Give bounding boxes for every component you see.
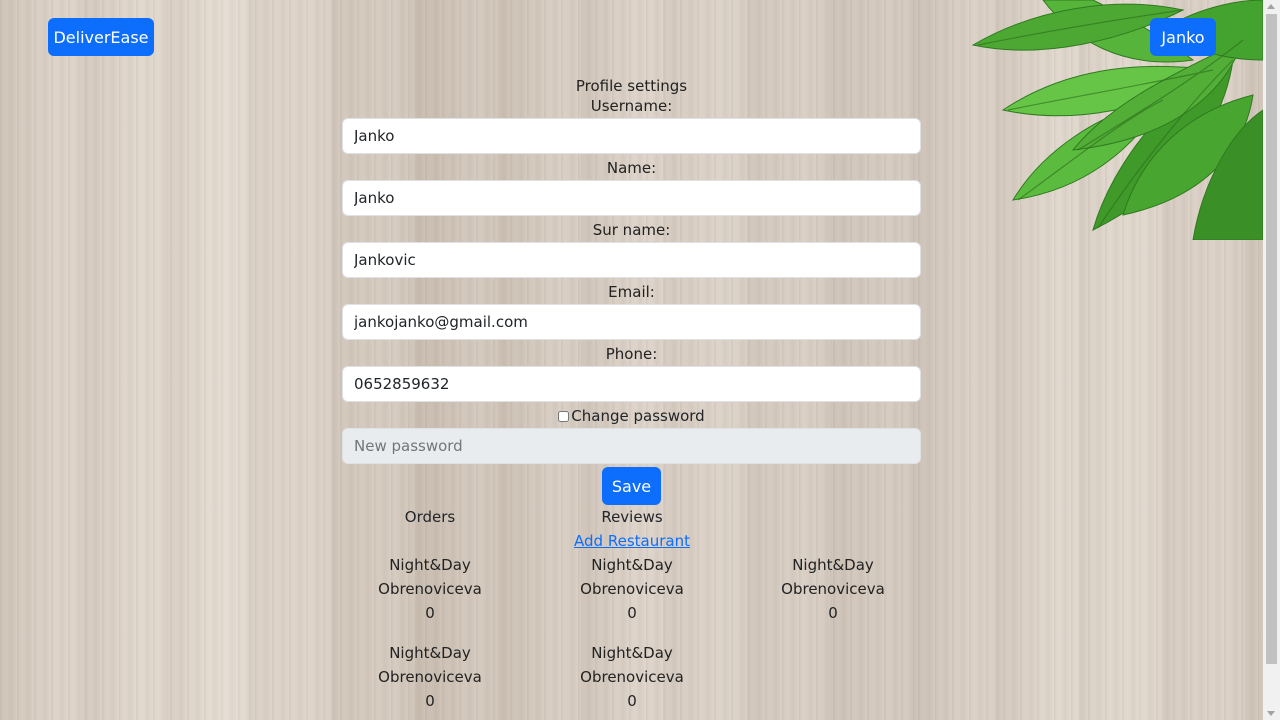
restaurant-count: 0 — [828, 604, 838, 622]
restaurant-card[interactable]: Night&Day Obrenoviceva 0 — [753, 553, 913, 625]
surname-input[interactable] — [342, 242, 921, 278]
restaurant-name: Night&Day — [591, 556, 673, 574]
restaurant-count: 0 — [425, 604, 435, 622]
reviews-label[interactable]: Reviews — [552, 507, 712, 527]
new-password-input[interactable] — [342, 428, 921, 464]
scroll-up-arrow-icon[interactable] — [1267, 4, 1275, 9]
surname-label: Sur name: — [592, 221, 671, 239]
profile-settings-form: Profile settings Username: Name: Sur nam… — [342, 76, 921, 468]
add-restaurant-link[interactable]: Add Restaurant — [552, 531, 712, 551]
restaurant-name: Night&Day — [591, 644, 673, 662]
orders-label[interactable]: Orders — [350, 507, 510, 527]
phone-label: Phone: — [605, 345, 658, 363]
scroll-down-arrow-icon[interactable] — [1267, 711, 1275, 716]
brand-button[interactable]: DeliverEase — [48, 18, 154, 56]
name-label: Name: — [606, 159, 657, 177]
restaurant-count: 0 — [627, 604, 637, 622]
restaurant-card[interactable]: Night&Day Obrenoviceva 0 — [350, 553, 510, 625]
phone-input[interactable] — [342, 366, 921, 402]
restaurant-name: Night&Day — [792, 556, 874, 574]
vertical-scrollbar[interactable] — [1263, 0, 1280, 720]
restaurant-count: 0 — [425, 692, 435, 710]
save-button[interactable]: Save — [602, 467, 661, 505]
email-input[interactable] — [342, 304, 921, 340]
restaurant-card[interactable]: Night&Day Obrenoviceva 0 — [350, 641, 510, 713]
restaurant-address: Obrenoviceva — [580, 580, 684, 598]
restaurant-card[interactable]: Night&Day Obrenoviceva 0 — [552, 553, 712, 625]
change-password-checkbox[interactable] — [558, 410, 570, 422]
restaurant-count: 0 — [627, 692, 637, 710]
username-label: Username: — [590, 97, 673, 115]
user-menu-button[interactable]: Janko — [1150, 18, 1216, 56]
scrollbar-thumb[interactable] — [1266, 14, 1277, 664]
restaurant-name: Night&Day — [389, 556, 471, 574]
name-input[interactable] — [342, 180, 921, 216]
restaurant-card[interactable]: Night&Day Obrenoviceva 0 — [552, 641, 712, 713]
restaurant-address: Obrenoviceva — [378, 580, 482, 598]
change-password-row: Change password — [342, 406, 921, 426]
change-password-label: Change password — [571, 407, 705, 425]
restaurant-address: Obrenoviceva — [378, 668, 482, 686]
restaurant-address: Obrenoviceva — [580, 668, 684, 686]
restaurant-address: Obrenoviceva — [781, 580, 885, 598]
email-label: Email: — [608, 283, 655, 301]
username-input[interactable] — [342, 118, 921, 154]
page-title: Profile settings — [575, 77, 688, 95]
restaurant-name: Night&Day — [389, 644, 471, 662]
